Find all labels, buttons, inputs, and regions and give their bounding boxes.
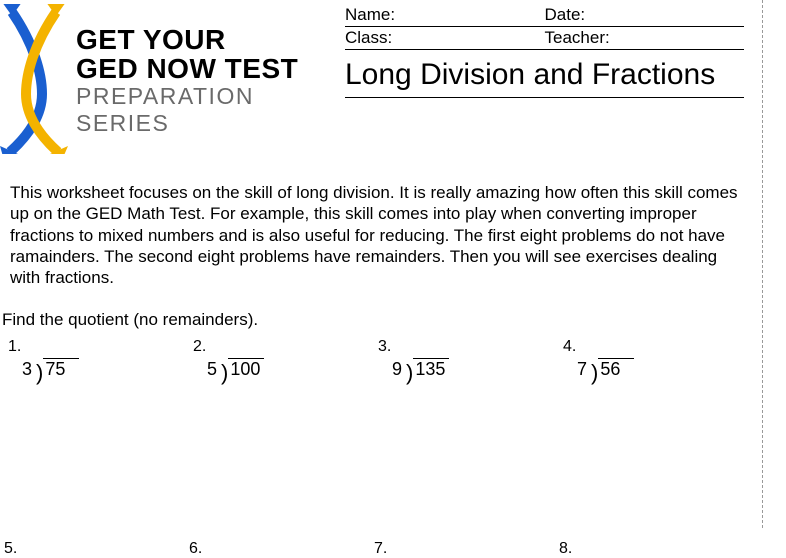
brand-line-1: GET YOUR: [76, 26, 345, 54]
divisor: 5: [207, 359, 221, 380]
brand-line-3: PREPARATION SERIES: [76, 83, 345, 136]
brand-text: GET YOUR GED NOW TEST PREPARATION SERIES: [70, 4, 345, 136]
worksheet-title: Long Division and Fractions: [345, 50, 744, 98]
divisor: 7: [577, 359, 591, 380]
meta-block: Name: Date: Class: Teacher: Long Divisio…: [345, 0, 762, 98]
dividend: 135: [413, 358, 449, 380]
header: GET YOUR GED NOW TEST PREPARATION SERIES…: [0, 0, 762, 154]
problem-4: 4. 7 ) 56: [563, 338, 748, 380]
problem-number: 3.: [378, 338, 563, 358]
dividend: 56: [598, 358, 634, 380]
problem-6-number: 6.: [189, 540, 374, 558]
problem-3: 3. 9 ) 135: [378, 338, 563, 380]
teacher-label: Teacher:: [545, 28, 745, 48]
problem-7-number: 7.: [374, 540, 559, 558]
intro-paragraph: This worksheet focuses on the skill of l…: [0, 154, 762, 288]
divisor: 9: [392, 359, 406, 380]
long-division: 9 ) 135: [378, 358, 449, 380]
divisor: 3: [22, 359, 36, 380]
division-bracket-icon: ): [36, 364, 43, 382]
dividend: 100: [228, 358, 264, 380]
division-bracket-icon: ): [406, 364, 413, 382]
worksheet-page: GET YOUR GED NOW TEST PREPARATION SERIES…: [0, 0, 763, 528]
long-division: 3 ) 75: [8, 358, 79, 380]
brand-line-2: GED NOW TEST: [76, 54, 345, 83]
logo-block: GET YOUR GED NOW TEST PREPARATION SERIES: [0, 0, 345, 154]
class-label: Class:: [345, 28, 545, 48]
section-1-instructions: Find the quotient (no remainders).: [0, 288, 762, 330]
problem-8-number: 8.: [559, 540, 744, 558]
long-division: 7 ) 56: [563, 358, 634, 380]
problem-1: 1. 3 ) 75: [8, 338, 193, 380]
problem-2: 2. 5 ) 100: [193, 338, 378, 380]
problems-row-1: 1. 3 ) 75 2. 5 ) 100 3. 9 ) 135 4.: [0, 330, 762, 380]
arrows-logo-icon: [0, 4, 70, 154]
meta-row-2: Class: Teacher:: [345, 27, 744, 50]
date-label: Date:: [545, 5, 745, 25]
dividend: 75: [43, 358, 79, 380]
name-label: Name:: [345, 5, 545, 25]
division-bracket-icon: ): [221, 364, 228, 382]
problem-number: 4.: [563, 338, 748, 358]
problems-row-2: 5. 6. 7. 8.: [0, 380, 762, 558]
problem-5-number: 5.: [4, 540, 189, 558]
division-bracket-icon: ): [591, 364, 598, 382]
problem-number: 1.: [8, 338, 193, 358]
problem-number: 2.: [193, 338, 378, 358]
meta-row-1: Name: Date:: [345, 4, 744, 27]
long-division: 5 ) 100: [193, 358, 264, 380]
